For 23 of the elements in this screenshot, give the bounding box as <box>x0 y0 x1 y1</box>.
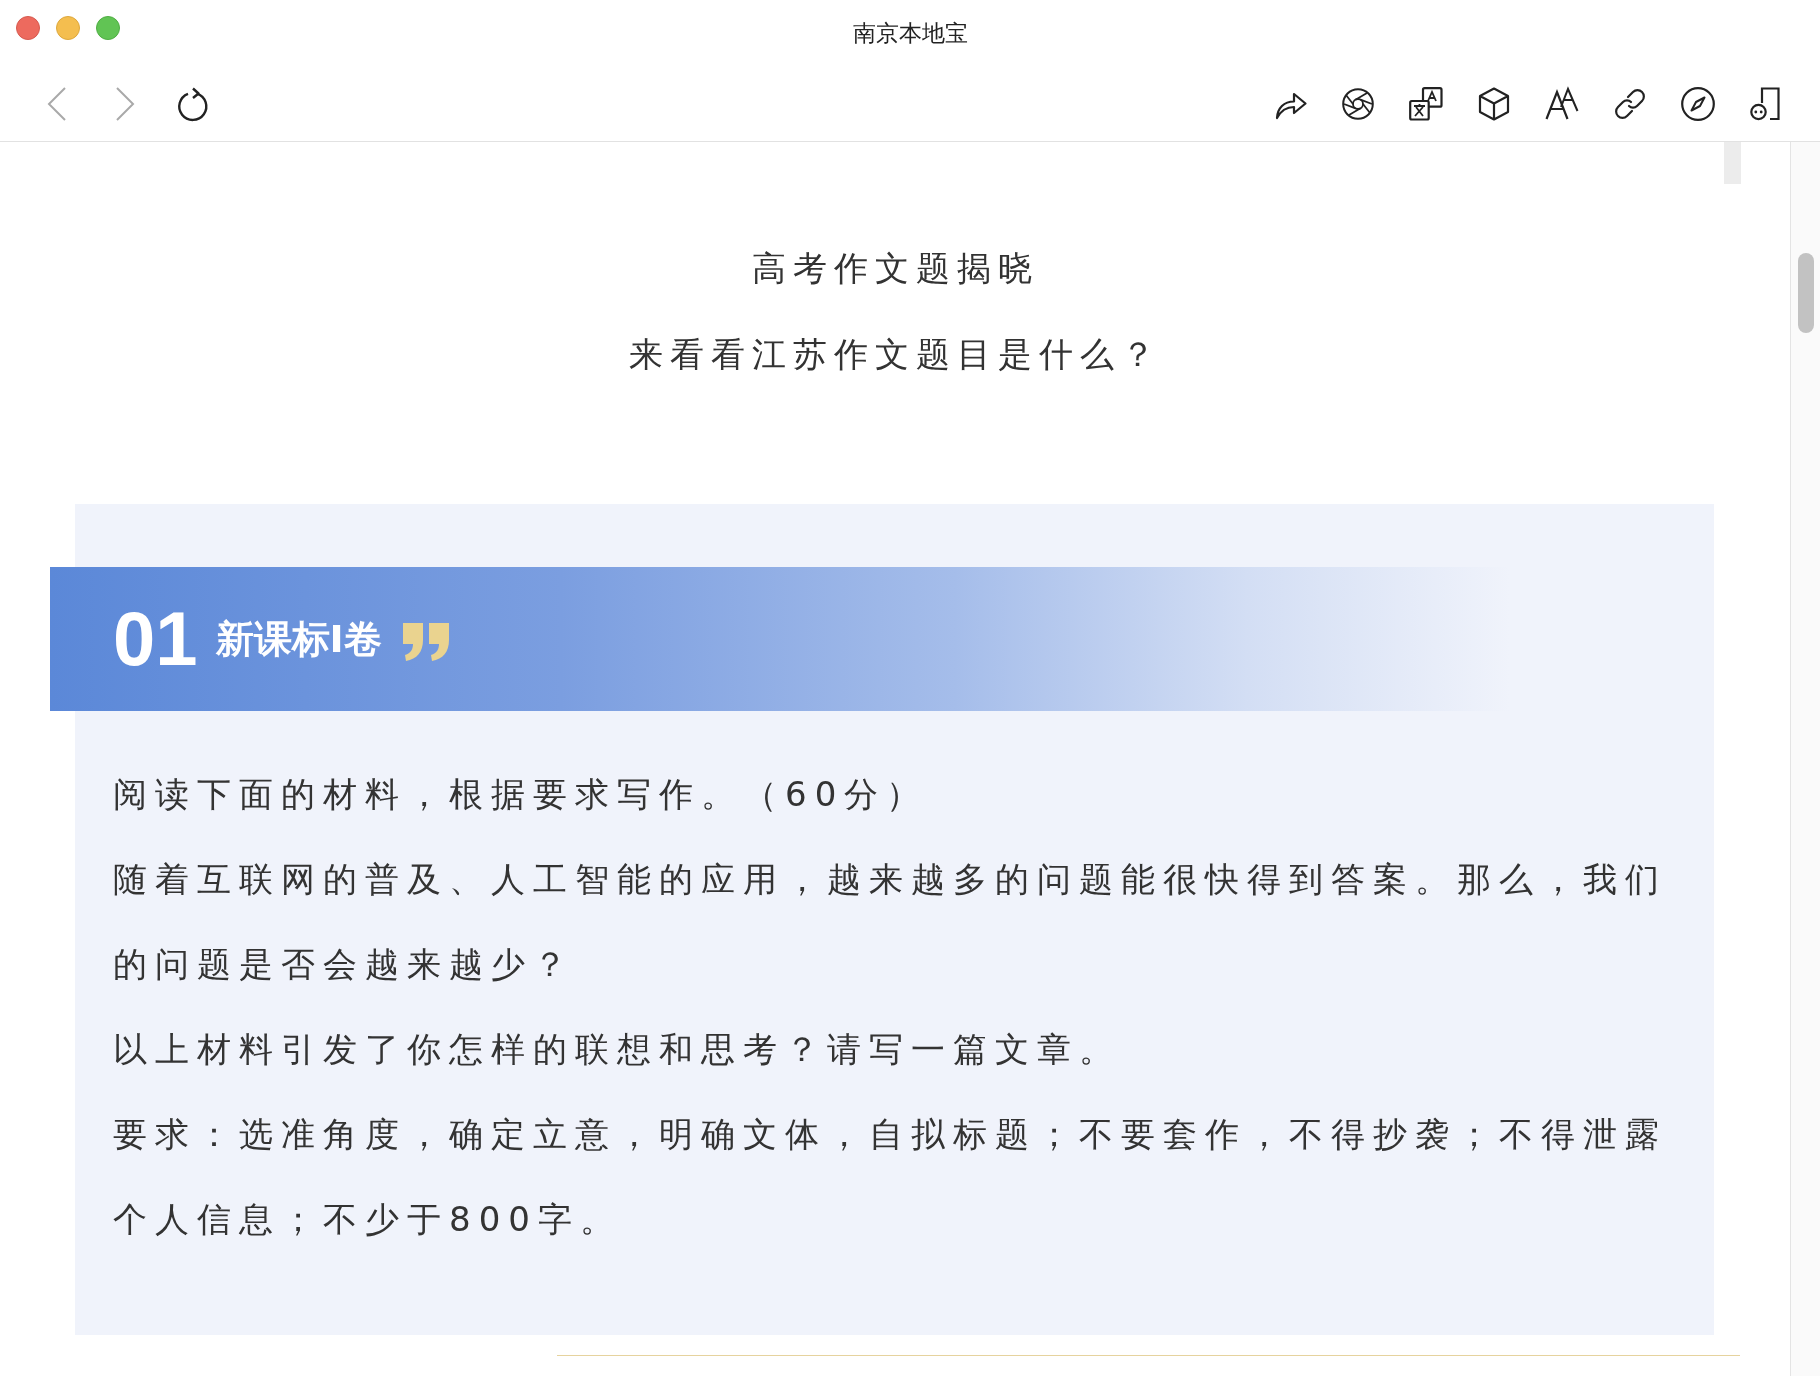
article-heading: 高考作文题揭晓 <box>751 247 1039 290</box>
compass-icon[interactable] <box>1681 86 1715 121</box>
question-paragraph: 阅读下面的材料，根据要求写作。（60分） <box>113 773 930 816</box>
section-number: 01 <box>113 601 198 677</box>
question-paragraph: 以上材料引发了你怎样的联想和思考？请写一篇文章。 <box>113 1028 1122 1071</box>
window-title: 南京本地宝 <box>852 18 968 48</box>
cube-icon[interactable] <box>1478 86 1510 121</box>
reload-icon[interactable] <box>177 86 209 121</box>
scrollbar-thumb[interactable] <box>1798 253 1814 333</box>
question-paragraph: 随着互联网的普及、人工智能的应用，越来越多的问题能很快得到答案。那么，我们的问题是否会越来越少？ <box>113 858 1668 986</box>
aperture-icon[interactable] <box>1342 87 1374 120</box>
overlapping-squares-icon[interactable] <box>1409 86 1443 121</box>
inner-scrollbar-thumb[interactable] <box>1724 142 1741 184</box>
link-icon[interactable] <box>1614 87 1646 120</box>
frame-with-circle-icon[interactable] <box>1750 86 1780 121</box>
quote-mark-icon <box>401 621 451 661</box>
section-title: 新课标I卷 <box>215 615 382 663</box>
article-heading: 来看看江苏作文题目是什么？ <box>628 333 1162 376</box>
text-size-icon[interactable] <box>1545 87 1579 120</box>
question-paragraph: 要求：选准角度，确定立意，明确文体，自拟标题；不要套作，不得抄袭；不得泄露个人信息；不少于800字。 <box>113 1113 1668 1241</box>
window-close-button[interactable] <box>16 16 40 40</box>
scrollbar-track[interactable] <box>1790 142 1820 1376</box>
window-zoom-button[interactable] <box>96 16 120 40</box>
